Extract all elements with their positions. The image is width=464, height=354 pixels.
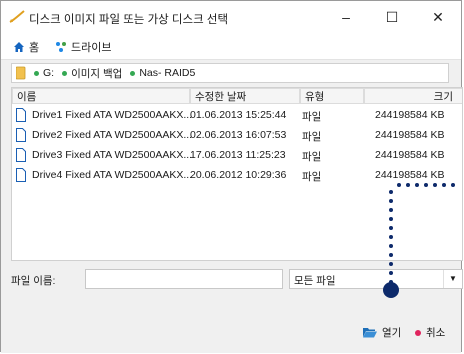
- open-button-label: 열기: [382, 327, 402, 339]
- breadcrumb-label: Nas- RAID5: [139, 67, 196, 79]
- cancel-dot-icon: [415, 329, 421, 336]
- breadcrumb-dot-icon: [34, 70, 39, 76]
- column-header-name[interactable]: 이름: [12, 88, 190, 104]
- home-icon: [14, 42, 24, 52]
- file-icon: [16, 108, 26, 122]
- file-icon: [16, 128, 26, 142]
- breadcrumb-label: 이미지 백업: [71, 67, 123, 80]
- breadcrumb-item-folder[interactable]: 이미지 백업: [62, 66, 122, 81]
- nav-bar: 홈 드라이브: [1, 33, 461, 60]
- file-size: 244198584 KB: [375, 129, 445, 141]
- file-row[interactable]: Drive3 Fixed ATA WD2500AAKX... 17.06.201…: [12, 146, 462, 166]
- window-title: 디스크 이미지 파일 또는 가상 디스크 선택: [29, 14, 229, 26]
- file-name: Drive3 Fixed ATA WD2500AAKX...: [32, 149, 193, 161]
- file-size: 244198584 KB: [375, 149, 445, 161]
- title-bar: 디스크 이미지 파일 또는 가상 디스크 선택 – ☐ ✕: [1, 1, 461, 33]
- file-modified: 17.06.2013 11:25:23: [190, 149, 286, 161]
- file-dialog-window: 디스크 이미지 파일 또는 가상 디스크 선택 – ☐ ✕ 홈 드라이브 G: …: [0, 0, 463, 353]
- filename-label: 파일 이름:: [11, 275, 56, 287]
- file-type-select[interactable]: 모든 파일 ▼: [289, 269, 463, 289]
- file-type: 파일: [302, 171, 322, 183]
- column-header-type[interactable]: 유형: [300, 88, 364, 104]
- open-button[interactable]: 열기: [363, 325, 401, 340]
- file-list: 이름 수정한 날짜 유형 크기 ^ Drive1 Fixed ATA WD250…: [11, 87, 463, 261]
- file-list-header: 이름 수정한 날짜 유형 크기 ^: [12, 88, 462, 104]
- file-modified: 01.06.2013 15:25:44: [190, 109, 287, 121]
- drive-folder-icon: [16, 66, 26, 80]
- column-header-size[interactable]: 크기: [364, 88, 462, 104]
- column-header-modified[interactable]: 수정한 날짜: [190, 88, 300, 104]
- breadcrumb-dot-icon: [62, 70, 68, 76]
- minimize-button[interactable]: –: [323, 1, 369, 33]
- file-row[interactable]: Drive4 Fixed ATA WD2500AAKX... 20.06.201…: [12, 166, 462, 186]
- nav-home[interactable]: 홈: [13, 39, 39, 55]
- column-header-size-label: 크기: [433, 91, 453, 103]
- breadcrumb-dot-icon: [130, 70, 136, 76]
- nav-home-label: 홈: [29, 42, 40, 54]
- file-icon: [16, 168, 26, 182]
- cancel-button[interactable]: 취소: [415, 325, 445, 340]
- app-logo-icon: [9, 10, 25, 23]
- filename-input[interactable]: [85, 269, 283, 289]
- file-row[interactable]: Drive2 Fixed ATA WD2500AAKX... 02.06.201…: [12, 126, 462, 146]
- open-folder-icon: [363, 328, 377, 338]
- breadcrumb: G: 이미지 백업 Nas- RAID5: [11, 63, 449, 83]
- breadcrumb-label: G:: [43, 67, 55, 79]
- maximize-button[interactable]: ☐: [369, 1, 415, 33]
- file-name: Drive1 Fixed ATA WD2500AAKX...: [32, 109, 193, 121]
- file-icon: [16, 148, 26, 162]
- file-name: Drive4 Fixed ATA WD2500AAKX...: [32, 169, 193, 181]
- breadcrumb-item-subfolder[interactable]: Nas- RAID5: [130, 67, 195, 79]
- file-size: 244198584 KB: [375, 169, 445, 181]
- file-size: 244198584 KB: [375, 109, 445, 121]
- nav-drives-label: 드라이브: [71, 42, 112, 54]
- file-type: 파일: [302, 151, 322, 163]
- file-modified: 20.06.2012 10:29:36: [190, 169, 287, 181]
- dialog-footer: 파일 이름: 모든 파일 ▼ 열기 취소: [1, 263, 463, 353]
- file-modified: 02.06.2013 16:07:53: [190, 129, 287, 141]
- file-type-select-value: 모든 파일: [294, 275, 336, 287]
- file-type: 파일: [302, 131, 322, 143]
- sort-indicator-icon: ^: [404, 87, 408, 93]
- chevron-down-icon: ▼: [443, 270, 462, 288]
- drives-icon: [56, 42, 66, 52]
- file-type: 파일: [302, 111, 322, 123]
- cancel-button-label: 취소: [426, 327, 446, 339]
- file-row[interactable]: Drive1 Fixed ATA WD2500AAKX... 01.06.201…: [12, 106, 462, 126]
- breadcrumb-item-drive[interactable]: G:: [34, 67, 54, 79]
- file-name: Drive2 Fixed ATA WD2500AAKX...: [32, 129, 193, 141]
- nav-drives[interactable]: 드라이브: [55, 39, 111, 55]
- close-button[interactable]: ✕: [415, 1, 461, 33]
